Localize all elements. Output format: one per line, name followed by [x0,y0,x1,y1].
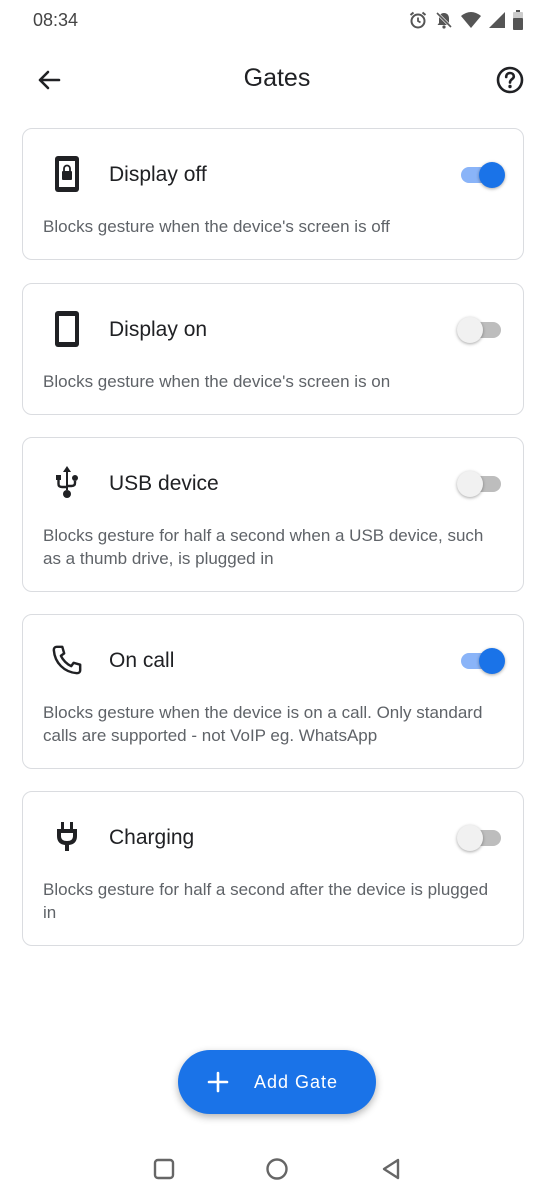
plug-icon [57,822,77,851]
gate-description: Blocks gesture when the device's screen … [43,372,391,391]
plus-icon [207,1071,229,1093]
nav-back-button[interactable] [376,1154,406,1184]
gate-toggle-display-on[interactable] [457,316,505,344]
navigation-bar [0,1138,554,1200]
recents-button[interactable] [149,1154,179,1184]
back-icon [382,1158,400,1180]
usb-icon [56,466,78,498]
gate-card-on-call: On call Blocks gesture when the device i… [22,614,524,769]
gate-card-display-on: Display on Blocks gesture when the devic… [22,283,524,415]
lock-phone-icon [55,156,79,192]
gate-title: Display off [109,163,207,186]
mute-icon [435,11,453,29]
status-icons [408,10,524,30]
gate-card-charging: Charging Blocks gesture for half a secon… [22,791,524,946]
top-app-bar: Gates [0,50,554,110]
home-button[interactable] [262,1154,292,1184]
alarm-icon [409,11,427,29]
home-icon [266,1158,288,1180]
battery-icon [513,10,523,30]
page-title: Gates [243,64,311,92]
gate-description: Blocks gesture when the device's screen … [43,217,390,236]
signal-icon [489,12,505,28]
wifi-icon [461,12,481,28]
phone-icon [55,311,79,347]
help-button[interactable] [494,64,526,96]
add-gate-button[interactable]: Add Gate [178,1050,376,1114]
help-circle-icon [496,66,524,94]
gate-toggle-display-off[interactable] [457,161,505,189]
gate-title: USB device [109,472,219,495]
gate-card-display-off: Display off Blocks gesture when the devi… [22,128,524,260]
gate-description: Blocks gesture for half a second after t… [43,880,489,922]
gate-toggle-usb-device[interactable] [457,470,505,498]
gate-toggle-charging[interactable] [457,824,505,852]
gate-description: Blocks gesture when the device is on a c… [43,703,483,745]
call-icon [52,645,82,675]
status-bar: 08:34 [0,0,554,42]
gate-title: Charging [109,826,195,849]
status-time: 08:34 [33,10,79,30]
gate-toggle-on-call[interactable] [457,647,505,675]
add-gate-label: Add Gate [254,1072,339,1092]
recents-icon [153,1158,175,1180]
gate-title: Display on [109,318,208,341]
gate-description: Blocks gesture for half a second when a … [43,526,484,568]
gate-card-usb-device: USB device Blocks gesture for half a sec… [22,437,524,592]
gate-title: On call [109,649,175,672]
